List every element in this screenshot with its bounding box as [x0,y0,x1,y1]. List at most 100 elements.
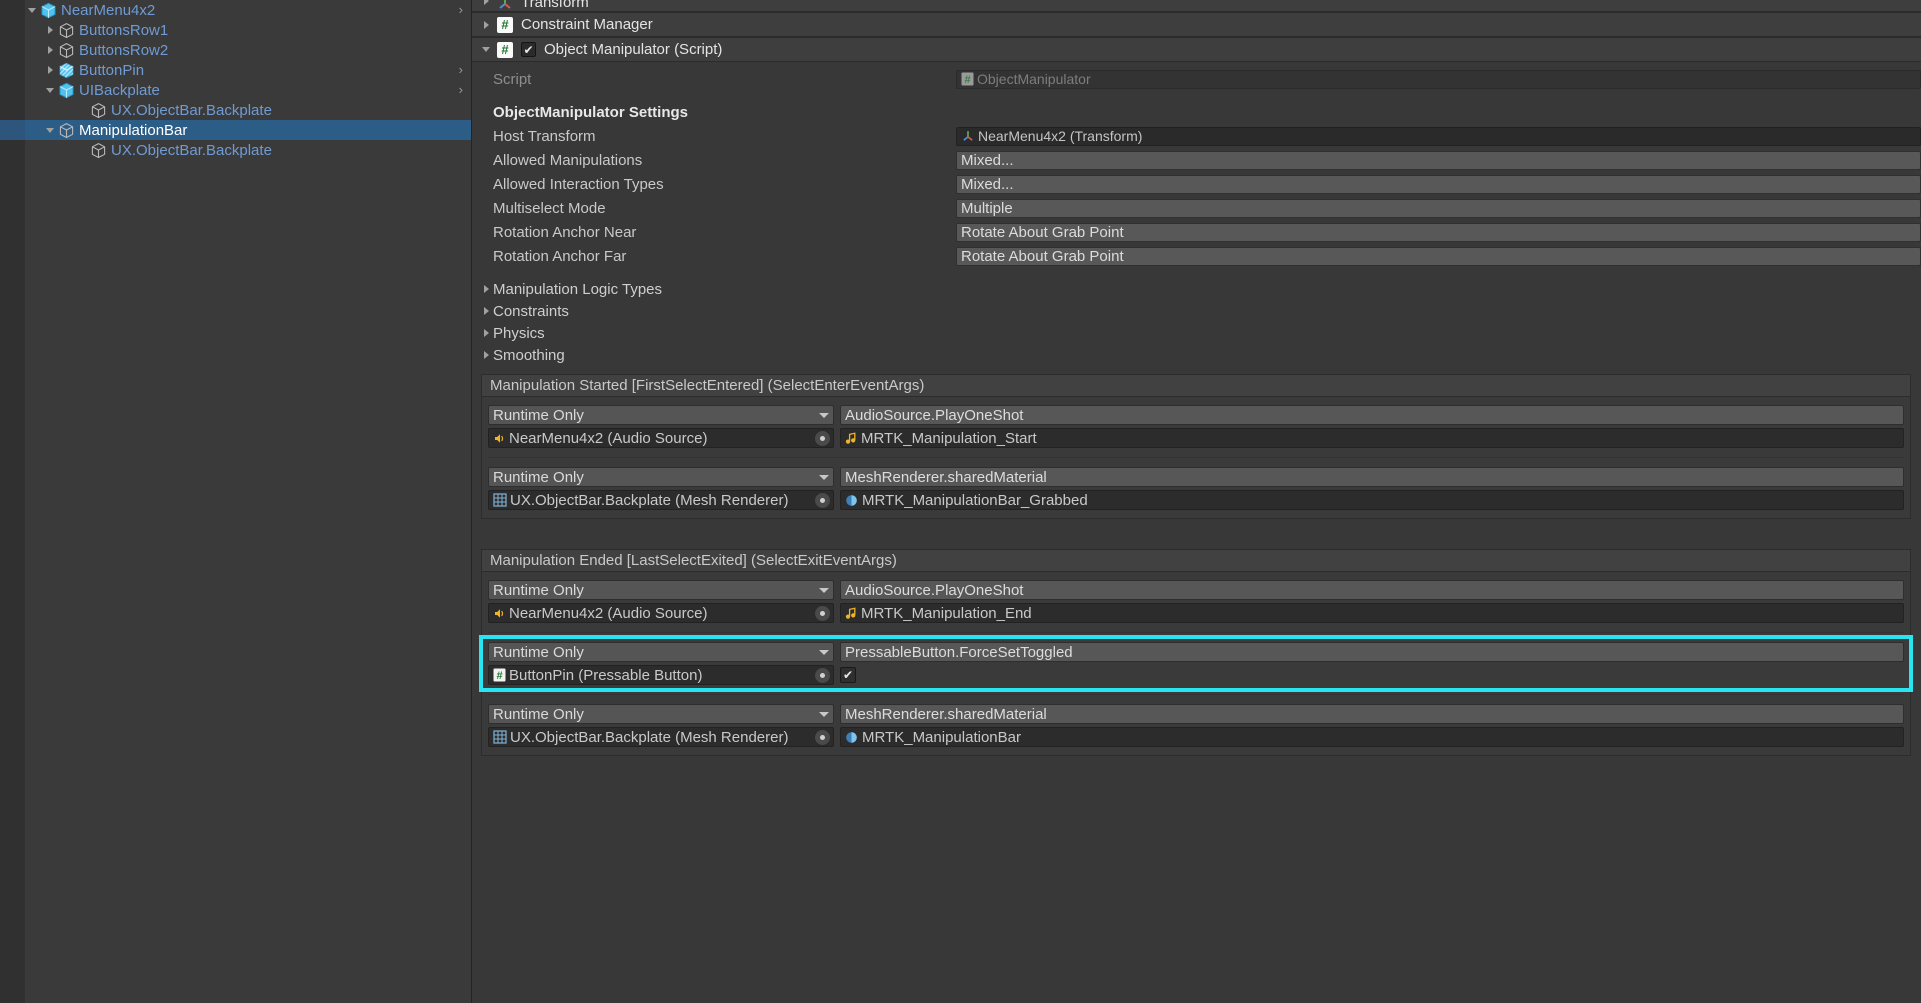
hierarchy-item-uibackplate[interactable]: UIBackplate › [25,80,471,100]
argument-object-field[interactable]: MRTK_Manipulation_End [840,603,1904,623]
target-object-field[interactable]: UX.ObjectBar.Backplate (Mesh Renderer) [488,727,834,747]
call-state-value: Runtime Only [493,581,584,599]
target-object-text-wrap: NearMenu4x2 (Audio Source) [493,430,707,447]
method-dropdown[interactable]: AudioSource.PlayOneShot [840,580,1904,600]
target-object-field[interactable]: UX.ObjectBar.Backplate (Mesh Renderer) [488,490,834,510]
hierarchy-item-manipulationbar[interactable]: ManipulationBar [0,120,471,140]
call-state-dropdown-wrap: Runtime Only [488,704,834,724]
inspector-panel[interactable]: Transform # Constraint Manager # ✔ Objec… [471,0,1921,1003]
foldout-smoothing[interactable]: Smoothing [471,344,1921,366]
method-value: AudioSource.PlayOneShot [845,406,1024,424]
audio-clip-icon [845,606,857,620]
chevron-down-icon [819,711,829,717]
component-header-object-manipulator[interactable]: # ✔ Object Manipulator (Script) [471,37,1921,62]
component-header-transform[interactable]: Transform [471,0,1921,12]
unity-event-entry[interactable]: Runtime Only MeshRenderer.sharedMaterial U… [482,700,1910,751]
method-dropdown[interactable]: MeshRenderer.sharedMaterial [840,704,1904,724]
chevron-right-icon[interactable] [43,20,57,40]
property-value-rotation-anchor-near[interactable]: Rotate About Grab Point [956,222,1921,242]
chevron-right-icon[interactable] [43,60,57,80]
chevron-down-icon[interactable] [25,0,39,20]
foldout-physics[interactable]: Physics [471,322,1921,344]
material-icon [845,731,858,744]
argument-object-field[interactable]: MRTK_ManipulationBar_Grabbed [840,490,1904,510]
property-value-rotation-anchor-far[interactable]: Rotate About Grab Point [956,246,1921,266]
unity-event-title: Manipulation Ended [LastSelectExited] (S… [482,550,1910,572]
prefab-cube-icon [57,80,75,100]
object-picker-icon[interactable] [814,604,831,622]
prefab-open-arrow-icon[interactable]: › [459,63,463,77]
chevron-right-icon[interactable] [479,301,493,321]
hierarchy-item-buttonpin[interactable]: ButtonPin › [25,60,471,80]
object-picker-icon[interactable] [814,666,831,684]
argument-object-field[interactable]: MRTK_ManipulationBar [840,727,1904,747]
target-object-field[interactable]: NearMenu4x2 (Audio Source) [488,428,834,448]
gameobject-cube-icon [57,40,75,60]
component-enable-checkbox[interactable]: ✔ [521,42,536,57]
property-row-multiselect-mode: Multiselect Mode Multiple [471,196,1921,220]
chevron-right-icon[interactable] [43,40,57,60]
chevron-right-icon[interactable] [479,279,493,299]
unity-event-entry[interactable]: Runtime Only AudioSource.PlayOneShot NearM… [482,401,1910,452]
property-list[interactable]: Host Transform NearMenu4x2 (Transform) All… [471,124,1921,268]
foldout-list[interactable]: Manipulation Logic Types Constraints Physi… [471,278,1921,366]
hierarchy-item-buttonsrow1[interactable]: ButtonsRow1 [25,20,471,40]
argument-object-field[interactable]: MRTK_Manipulation_Start [840,428,1904,448]
object-picker-icon[interactable] [814,491,831,509]
unity-event-entry[interactable]: Runtime Only MeshRenderer.sharedMaterial U… [482,463,1910,514]
material-icon [845,494,858,507]
component-header-constraint-manager[interactable]: # Constraint Manager [471,12,1921,37]
property-value-allowed-interaction-types[interactable]: Mixed... [956,174,1921,194]
object-picker-icon[interactable] [814,728,831,746]
call-state-dropdown[interactable]: Runtime Only [488,467,834,487]
hierarchy-item-ux-objectbar-backplate[interactable]: UX.ObjectBar.Backplate [25,100,471,120]
target-object-name: ButtonPin (Pressable Button) [509,666,703,684]
hierarchy-item-label: ManipulationBar [79,121,188,139]
property-value-host-transform[interactable]: NearMenu4x2 (Transform) [956,126,1921,146]
chevron-down-icon[interactable] [43,120,57,140]
script-label: Script [493,70,532,88]
target-object-field[interactable]: NearMenu4x2 (Audio Source) [488,603,834,623]
hierarchy-item-label: ButtonPin [79,61,145,79]
hierarchy-item-buttonsrow2[interactable]: ButtonsRow2 [25,40,471,60]
property-value-multiselect-mode[interactable]: Multiple [956,198,1921,218]
hierarchy-item-nearmenu4x2[interactable]: NearMenu4x2 › [25,0,471,20]
foldout-constraints[interactable]: Constraints [471,300,1921,322]
unity-event-entry[interactable]: Runtime Only AudioSource.PlayOneShot NearM… [482,576,1910,627]
target-object-wrap: NearMenu4x2 (Audio Source) [488,428,834,448]
target-object-field[interactable]: # ButtonPin (Pressable Button) [488,665,834,685]
call-state-dropdown[interactable]: Runtime Only [488,642,834,662]
prefab-open-arrow-icon[interactable]: › [459,83,463,97]
chevron-right-icon[interactable] [479,345,493,365]
call-state-dropdown[interactable]: Runtime Only [488,704,834,724]
hierarchy-item-ux-objectbar-backplate[interactable]: UX.ObjectBar.Backplate [25,140,471,160]
property-label-multiselect-mode: Multiselect Mode [493,199,606,217]
chevron-right-icon[interactable] [479,323,493,343]
unity-event-entry[interactable]: Runtime Only PressableButton.ForceSetTogg… [479,635,1913,692]
chevron-down-icon[interactable] [479,40,493,60]
unity-event-entries: Runtime Only AudioSource.PlayOneShot NearM… [479,572,1913,755]
call-state-dropdown[interactable]: Runtime Only [488,405,834,425]
object-picker-icon[interactable] [814,429,831,447]
hierarchy-tree[interactable]: NearMenu4x2 › ButtonsRow1 ButtonsRow2 Button… [0,0,471,160]
target-object-name: NearMenu4x2 (Audio Source) [509,429,708,447]
unity-event-list[interactable]: Manipulation Started [FirstSelectEntered… [471,374,1921,756]
method-value: AudioSource.PlayOneShot [845,581,1024,599]
method-dropdown[interactable]: PressableButton.ForceSetToggled [840,642,1904,662]
property-value-allowed-manipulations[interactable]: Mixed... [956,150,1921,170]
method-dropdown[interactable]: AudioSource.PlayOneShot [840,405,1904,425]
method-value: MeshRenderer.sharedMaterial [845,468,1047,486]
prefab-open-arrow-icon[interactable]: › [459,3,463,17]
method-dropdown[interactable]: MeshRenderer.sharedMaterial [840,467,1904,487]
call-state-dropdown[interactable]: Runtime Only [488,580,834,600]
argument-bool-checkbox[interactable]: ✔ [840,667,856,683]
chevron-right-icon[interactable] [479,15,493,35]
call-state-dropdown-wrap: Runtime Only [488,467,834,487]
hierarchy-item-label: UIBackplate [79,81,160,99]
chevron-down-icon[interactable] [43,80,57,100]
call-state-dropdown-wrap: Runtime Only [488,405,834,425]
hierarchy-panel[interactable]: NearMenu4x2 › ButtonsRow1 ButtonsRow2 Button… [0,0,471,1003]
chevron-right-icon[interactable] [479,0,493,11]
foldout-manipulation-logic-types[interactable]: Manipulation Logic Types [471,278,1921,300]
argument-object-name: MRTK_ManipulationBar_Grabbed [862,491,1088,509]
